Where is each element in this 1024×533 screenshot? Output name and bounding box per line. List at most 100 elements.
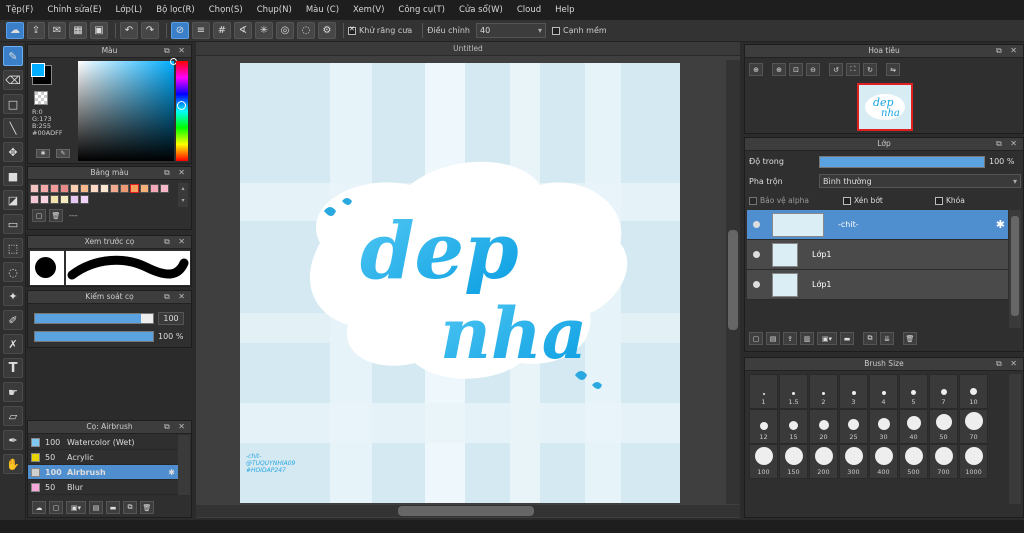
brush-size-value[interactable]: 100 — [158, 312, 184, 325]
brush-size-option[interactable]: 100 — [749, 444, 778, 479]
vertical-scroll-thumb[interactable] — [728, 230, 738, 330]
brush-size-option[interactable]: 25 — [839, 409, 868, 444]
brush-size-option[interactable]: 200 — [809, 444, 838, 479]
checkbox-icon[interactable] — [843, 196, 851, 205]
layer-list-scrollbar[interactable] — [1009, 210, 1021, 328]
brush-size-option[interactable]: 12 — [749, 409, 778, 444]
divide-tool-icon[interactable]: ▱ — [3, 406, 23, 426]
duplicate-layer-icon[interactable]: ⧉ — [863, 332, 877, 345]
brush-size-option[interactable]: 500 — [899, 444, 928, 479]
canvas-vertical-scrollbar[interactable] — [726, 60, 740, 504]
protect-alpha-toggle[interactable]: Bảo vệ alpha — [749, 196, 809, 205]
layer-opacity-slider[interactable] — [819, 156, 985, 168]
actual-size-icon[interactable]: ⊡ — [789, 63, 803, 76]
hand-tool-icon[interactable]: ✋ — [3, 454, 23, 474]
brush-size-option[interactable]: 30 — [869, 409, 898, 444]
palette-swatch[interactable] — [40, 184, 49, 193]
select-pen-icon[interactable]: ✐ — [3, 310, 23, 330]
brush-list-scrollbar[interactable] — [178, 435, 190, 495]
navigator-thumbnail[interactable]: dep nha — [857, 83, 913, 131]
brush-list-item[interactable]: 100 Airbrush ✱ — [28, 465, 178, 480]
panel-controls-icon[interactable]: ⧉ ✕ — [164, 45, 188, 57]
brush-size-option[interactable]: 15 — [779, 409, 808, 444]
document-tab[interactable]: Untitled — [196, 42, 740, 56]
lasso-tool-icon[interactable]: ◌ — [3, 262, 23, 282]
gradient-tool-icon[interactable]: ▭ — [3, 214, 23, 234]
magic-wand-icon[interactable]: ✦ — [3, 286, 23, 306]
checkbox-icon[interactable] — [348, 25, 356, 35]
antialias-toggle[interactable]: Khử răng cưa — [348, 25, 412, 35]
layer-export-icon[interactable]: ⇪ — [783, 332, 797, 345]
brush-settings-icon[interactable]: ▤ — [89, 501, 103, 514]
blend-mode-select[interactable]: Bình thường ▾ — [819, 174, 1021, 188]
settings-icon[interactable]: ⚙ — [318, 22, 336, 39]
eye-icon[interactable] — [753, 251, 760, 258]
layout-icon[interactable]: ▦ — [69, 22, 87, 39]
adjust-select[interactable]: 40 — [475, 23, 546, 38]
grid-snap-icon[interactable]: # — [213, 22, 231, 39]
palette-swatch[interactable] — [100, 184, 109, 193]
panel-controls-icon[interactable]: ⧉ ✕ — [164, 236, 188, 248]
add-layer-menu-icon[interactable]: ▣▾ — [817, 332, 837, 345]
flip-icon[interactable]: ⇋ — [886, 63, 900, 76]
no-snap-icon[interactable]: ⊘ — [171, 22, 189, 39]
palette-swatch[interactable] — [50, 184, 59, 193]
palette-swatch[interactable] — [30, 184, 39, 193]
lock-toggle[interactable]: Khóa — [935, 196, 965, 205]
new-halftone-layer-icon[interactable]: ▤ — [766, 332, 780, 345]
palette-swatch[interactable] — [50, 195, 59, 204]
menu-item[interactable]: Help — [555, 5, 574, 15]
panel-controls-icon[interactable]: ⧉ ✕ — [164, 421, 188, 433]
eye-icon[interactable] — [753, 221, 760, 228]
delete-layer-icon[interactable]: 🗑 — [903, 332, 917, 345]
folder-icon[interactable]: ▬ — [106, 501, 120, 514]
parallel-snap-icon[interactable]: ≡ — [192, 22, 210, 39]
horizontal-scroll-thumb[interactable] — [398, 506, 534, 516]
rotate-left-icon[interactable]: ↺ — [829, 63, 843, 76]
fit-window-icon[interactable]: ⛶ — [846, 63, 860, 76]
save-icon[interactable]: ▣ — [90, 22, 108, 39]
export-icon[interactable]: ⇪ — [27, 22, 45, 39]
eraser-tool-icon[interactable]: ⌫ — [3, 70, 23, 90]
gear-icon[interactable]: ✱ — [996, 218, 1005, 231]
new-palette-icon[interactable]: ▢ — [32, 209, 46, 222]
brush-size-option[interactable]: 50 — [929, 409, 958, 444]
eye-icon[interactable] — [753, 281, 760, 288]
brush-size-option[interactable]: 150 — [779, 444, 808, 479]
fill-rect-tool-icon[interactable]: ■ — [3, 166, 23, 186]
canvas-artwork[interactable]: dep nha -chit- @TUQUYNHIA09 #HOIDAP247 — [240, 63, 680, 503]
soft-edge-toggle[interactable]: Cạnh mềm — [551, 26, 607, 35]
palette-swatch[interactable] — [30, 195, 39, 204]
chat-icon[interactable]: ✉ — [48, 22, 66, 39]
color-picker-button[interactable]: ✎ — [56, 149, 70, 158]
eyedropper-icon[interactable]: ✒ — [3, 430, 23, 450]
zoom-out-icon[interactable]: ⊖ — [806, 63, 820, 76]
brush-list-item[interactable]: 50 Acrylic — [28, 450, 178, 465]
brush-size-option[interactable]: 4 — [869, 374, 898, 409]
undo-icon[interactable]: ↶ — [120, 22, 138, 39]
curve-snap-icon[interactable]: ◌ — [297, 22, 315, 39]
brush-size-option[interactable]: 300 — [839, 444, 868, 479]
palette-swatch[interactable] — [140, 184, 149, 193]
brush-list-item[interactable]: 50 Blur — [28, 480, 178, 495]
palette-swatch[interactable] — [70, 195, 79, 204]
select-tool-icon[interactable]: ⬚ — [3, 238, 23, 258]
bucket-tool-icon[interactable]: ◪ — [3, 190, 23, 210]
palette-swatch[interactable] — [150, 184, 159, 193]
menu-item[interactable]: Công cụ(T) — [398, 5, 445, 15]
cloud-icon[interactable]: ☁ — [6, 22, 24, 39]
menu-item[interactable]: Chọn(S) — [209, 5, 243, 15]
menu-item[interactable]: Xem(V) — [353, 5, 384, 15]
checkbox-icon[interactable] — [551, 26, 560, 35]
brush-size-option[interactable]: 3 — [839, 374, 868, 409]
rect-tool-icon[interactable]: □ — [3, 94, 23, 114]
foreground-color-swatch[interactable] — [31, 63, 45, 77]
brush-size-option[interactable]: 400 — [869, 444, 898, 479]
panel-controls-icon[interactable]: ⧉ ✕ — [996, 138, 1020, 150]
palette-swatch[interactable] — [80, 184, 89, 193]
brush-size-option[interactable]: 700 — [929, 444, 958, 479]
panel-controls-icon[interactable]: ⧉ ✕ — [164, 167, 188, 179]
gear-icon[interactable]: ✱ — [168, 468, 175, 477]
palette-swatch[interactable] — [90, 184, 99, 193]
zoom-in-icon[interactable]: ⊕ — [772, 63, 786, 76]
